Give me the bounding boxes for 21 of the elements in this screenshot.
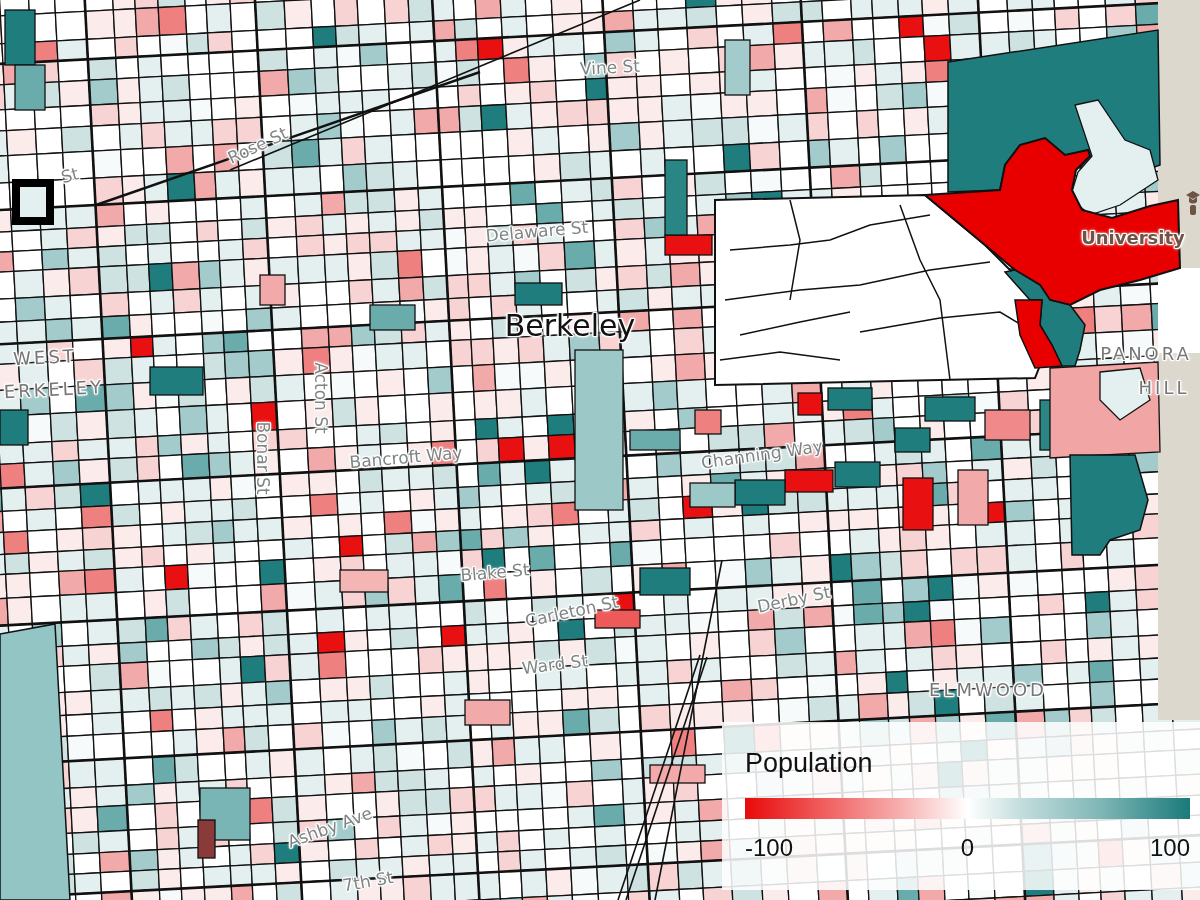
street-label: Blake St [459,560,531,586]
scale-tick-label: -100 [745,833,794,863]
street-label: Carleton St [523,592,621,632]
street-label: Rose St [225,123,291,169]
street-label: 7th St [341,867,395,897]
street-label: Vine St [579,56,641,80]
street-label: Bonar St [252,421,272,495]
district-label: ERKELEY [3,377,105,403]
street-label: Derby St [755,582,833,618]
legend-title: Population [745,747,873,780]
street-label: Ashby Ave [285,803,375,853]
street-label: Delaware St [484,217,590,247]
scale-tick-label: 0 [960,833,975,863]
street-label: Bancroft Way [348,443,464,473]
street-label: Channing Way [700,436,824,474]
graduation-cap-icon [1186,189,1200,215]
street-label: Acton St [310,362,330,434]
street-label: St [59,164,81,188]
district-label: WEST [12,346,78,370]
street-label: Ward St [520,651,590,679]
scale-tick-label: 100 [1149,833,1190,863]
